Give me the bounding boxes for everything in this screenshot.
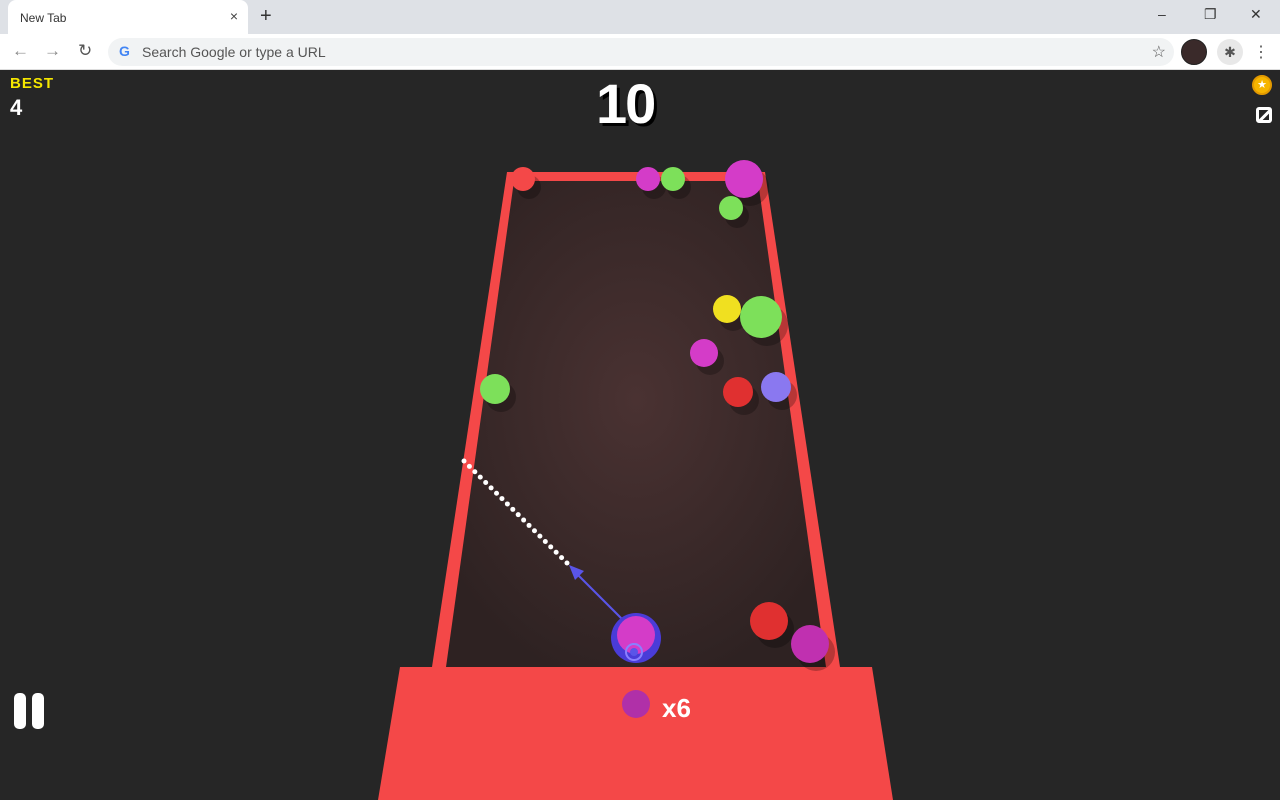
google-icon: G bbox=[119, 43, 130, 59]
omnibox-placeholder: Search Google or type a URL bbox=[142, 44, 326, 60]
trajectory-dot bbox=[483, 479, 489, 485]
pause-bar bbox=[14, 693, 26, 729]
game-scene bbox=[378, 160, 893, 800]
launch-platform bbox=[378, 667, 893, 800]
trajectory-dot bbox=[499, 496, 505, 502]
remaining-ball-icon bbox=[622, 690, 650, 718]
ball bbox=[725, 160, 763, 198]
close-window-button[interactable]: ✕ bbox=[1250, 6, 1262, 23]
no-ads-icon[interactable] bbox=[1256, 107, 1272, 123]
trajectory-dot bbox=[461, 458, 467, 464]
game-canvas[interactable]: BEST 4 10 ★ x6 bbox=[0, 71, 1280, 800]
score: 10 bbox=[596, 72, 656, 135]
trajectory-dot bbox=[564, 560, 570, 566]
browser-menu-icon[interactable]: ⋮ bbox=[1253, 42, 1269, 62]
tab-title: New Tab bbox=[20, 11, 67, 25]
tab-new-tab[interactable]: New Tab × bbox=[8, 0, 248, 34]
ball bbox=[511, 167, 535, 191]
trajectory-dot bbox=[526, 522, 532, 528]
back-button[interactable]: ← bbox=[12, 41, 29, 61]
trajectory-dot bbox=[515, 512, 521, 518]
pause-button[interactable] bbox=[14, 693, 50, 734]
trajectory-dot bbox=[521, 517, 527, 523]
ball bbox=[636, 167, 660, 191]
forward-button[interactable]: → bbox=[44, 41, 61, 61]
ball bbox=[740, 296, 782, 338]
trajectory-dot bbox=[542, 539, 548, 545]
best-label: BEST bbox=[10, 75, 55, 92]
coin-star-icon[interactable]: ★ bbox=[1252, 75, 1272, 95]
tab-bar: New Tab × + – ❐ ✕ bbox=[0, 0, 1280, 34]
trajectory-dot bbox=[537, 533, 543, 539]
profile-avatar[interactable] bbox=[1181, 39, 1207, 65]
bookmark-star-icon[interactable]: ☆ bbox=[1152, 42, 1166, 62]
trajectory-dot bbox=[494, 490, 500, 496]
close-tab-icon[interactable]: × bbox=[230, 8, 238, 24]
extensions-puzzle-icon[interactable]: ✱ bbox=[1217, 39, 1243, 65]
trajectory-dot bbox=[504, 501, 510, 507]
ball bbox=[480, 374, 510, 404]
shots-remaining: x6 bbox=[662, 693, 691, 723]
pause-bar bbox=[32, 693, 44, 729]
ball bbox=[719, 196, 743, 220]
omnibox[interactable]: G Search Google or type a URL ☆ bbox=[108, 38, 1174, 66]
best-value: 4 bbox=[10, 95, 23, 120]
new-tab-button[interactable]: + bbox=[260, 5, 272, 28]
trajectory-dot bbox=[466, 463, 472, 469]
trajectory-dot bbox=[559, 555, 565, 561]
trajectory-dot bbox=[488, 485, 494, 491]
trajectory-dot bbox=[510, 506, 516, 512]
browser-toolbar: ← → ↻ G Search Google or type a URL ☆ ✱ ⋮ bbox=[0, 34, 1280, 70]
shooter-target-dot bbox=[630, 648, 638, 656]
trajectory-dot bbox=[548, 544, 554, 550]
reload-button[interactable]: ↻ bbox=[78, 41, 92, 61]
ball bbox=[723, 377, 753, 407]
ball bbox=[761, 372, 791, 402]
ball bbox=[750, 602, 788, 640]
trajectory-dot bbox=[477, 474, 483, 480]
ball bbox=[690, 339, 718, 367]
ball bbox=[791, 625, 829, 663]
ball bbox=[713, 295, 741, 323]
shooter-ball[interactable] bbox=[617, 616, 655, 654]
restore-button[interactable]: ❐ bbox=[1204, 6, 1217, 23]
minimize-button[interactable]: – bbox=[1158, 6, 1166, 22]
trajectory-dot bbox=[472, 469, 478, 475]
trajectory-dot bbox=[553, 549, 559, 555]
trajectory-dot bbox=[531, 528, 537, 534]
ball bbox=[661, 167, 685, 191]
